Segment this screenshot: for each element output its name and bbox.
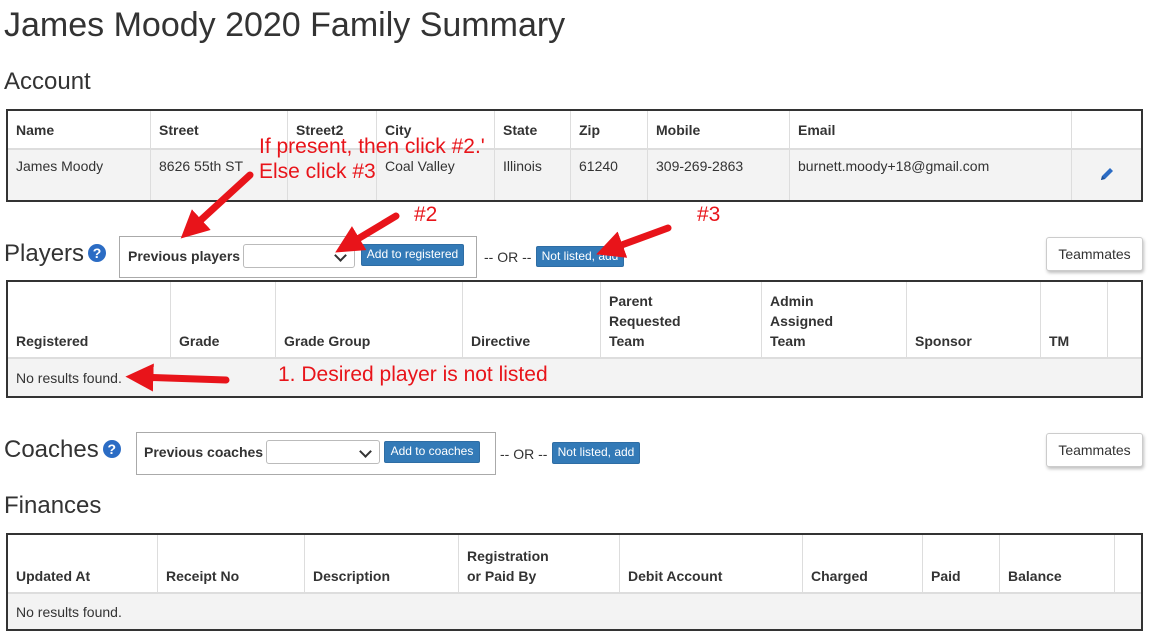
finances-table: Updated At Receipt No Description Regist…: [6, 533, 1143, 631]
col-mobile: Mobile: [647, 111, 790, 150]
coaches-section-title: Coaches?: [4, 436, 121, 464]
finances-section-title: Finances: [4, 492, 102, 519]
chevron-down-icon: [359, 445, 372, 458]
question-circle-icon[interactable]: ?: [88, 244, 107, 262]
previous-players-label: Previous players: [128, 248, 241, 264]
annotation-step3-label: #3: [697, 203, 721, 226]
col-name: Name: [8, 111, 151, 150]
account-row: James Moody 8626 55th ST Coal Valley Ill…: [8, 149, 1141, 200]
coaches-teammates-button[interactable]: Teammates: [1046, 433, 1143, 467]
add-to-coaches-button[interactable]: Add to coaches: [384, 441, 480, 463]
finances-empty-text: No results found.: [8, 593, 1141, 629]
col-debit-account: Debit Account: [619, 535, 803, 594]
col-zip: Zip: [570, 111, 648, 150]
col-description: Description: [304, 535, 459, 594]
page-title: James Moody 2020 Family Summary: [4, 6, 566, 44]
annotation-instruction-line2: Else click #3: [259, 160, 376, 183]
pencil-icon[interactable]: [1099, 166, 1115, 185]
previous-players-select[interactable]: [243, 244, 355, 268]
finances-empty-row: No results found.: [8, 593, 1141, 629]
col-grade: Grade: [170, 282, 276, 359]
coaches-or-text: -- OR --: [500, 446, 548, 462]
account-name: James Moody: [8, 149, 151, 200]
players-section-title: Players?: [4, 240, 107, 268]
col-actions: [1071, 111, 1141, 150]
col-parent-requested-team: Parent Requested Team: [600, 282, 762, 359]
players-table: Registered Grade Grade Group Directive P…: [6, 280, 1143, 398]
previous-coaches-box: Previous coaches Add to coaches: [136, 432, 496, 475]
col-charged: Charged: [802, 535, 923, 594]
players-title-text: Players: [4, 240, 85, 267]
col-receipt-no: Receipt No: [157, 535, 305, 594]
question-circle-icon[interactable]: ?: [102, 440, 121, 458]
coaches-not-listed-add-button[interactable]: Not listed, add: [552, 442, 640, 464]
col-paid: Paid: [922, 535, 1000, 594]
col-sponsor: Sponsor: [906, 282, 1041, 359]
players-empty-text: No results found.: [8, 358, 1141, 396]
col-directive: Directive: [462, 282, 601, 359]
annotation-step2-label: #2: [414, 203, 438, 226]
edit-cell: [1071, 149, 1141, 200]
col-updated-at: Updated At: [8, 535, 158, 594]
account-mobile: 309-269-2863: [647, 149, 790, 200]
account-email: burnett.moody+18@gmail.com: [789, 149, 1072, 200]
annotation-step1-label: 1. Desired player is not listed: [278, 363, 548, 386]
col-tm: TM: [1040, 282, 1108, 359]
players-teammates-button[interactable]: Teammates: [1046, 237, 1143, 271]
col-finances-actions: [1114, 535, 1141, 594]
account-zip: 61240: [570, 149, 648, 200]
col-state: State: [494, 111, 571, 150]
account-section-title: Account: [4, 68, 91, 95]
players-or-text: -- OR --: [484, 249, 532, 265]
account-state: Illinois: [494, 149, 571, 200]
previous-players-box: Previous players Add to registered: [119, 236, 477, 278]
account-table: Name Street Street2 City State Zip Mobil…: [6, 109, 1143, 202]
col-balance: Balance: [999, 535, 1115, 594]
col-email: Email: [789, 111, 1072, 150]
previous-coaches-label: Previous coaches: [144, 444, 264, 460]
coaches-title-text: Coaches: [4, 436, 99, 463]
col-grade-group: Grade Group: [275, 282, 463, 359]
col-registration-or-paid-by: Registration or Paid By: [458, 535, 620, 594]
annotation-instruction-line1: If present, then click #2.': [259, 135, 485, 158]
players-not-listed-add-button[interactable]: Not listed, add: [536, 246, 624, 267]
chevron-down-icon: [334, 249, 347, 262]
players-empty-row: No results found.: [8, 358, 1141, 396]
col-admin-assigned-team: Admin Assigned Team: [761, 282, 907, 359]
col-players-actions: [1107, 282, 1141, 359]
col-registered: Registered: [8, 282, 171, 359]
previous-coaches-select[interactable]: [266, 440, 380, 464]
add-to-registered-button[interactable]: Add to registered: [361, 244, 464, 266]
